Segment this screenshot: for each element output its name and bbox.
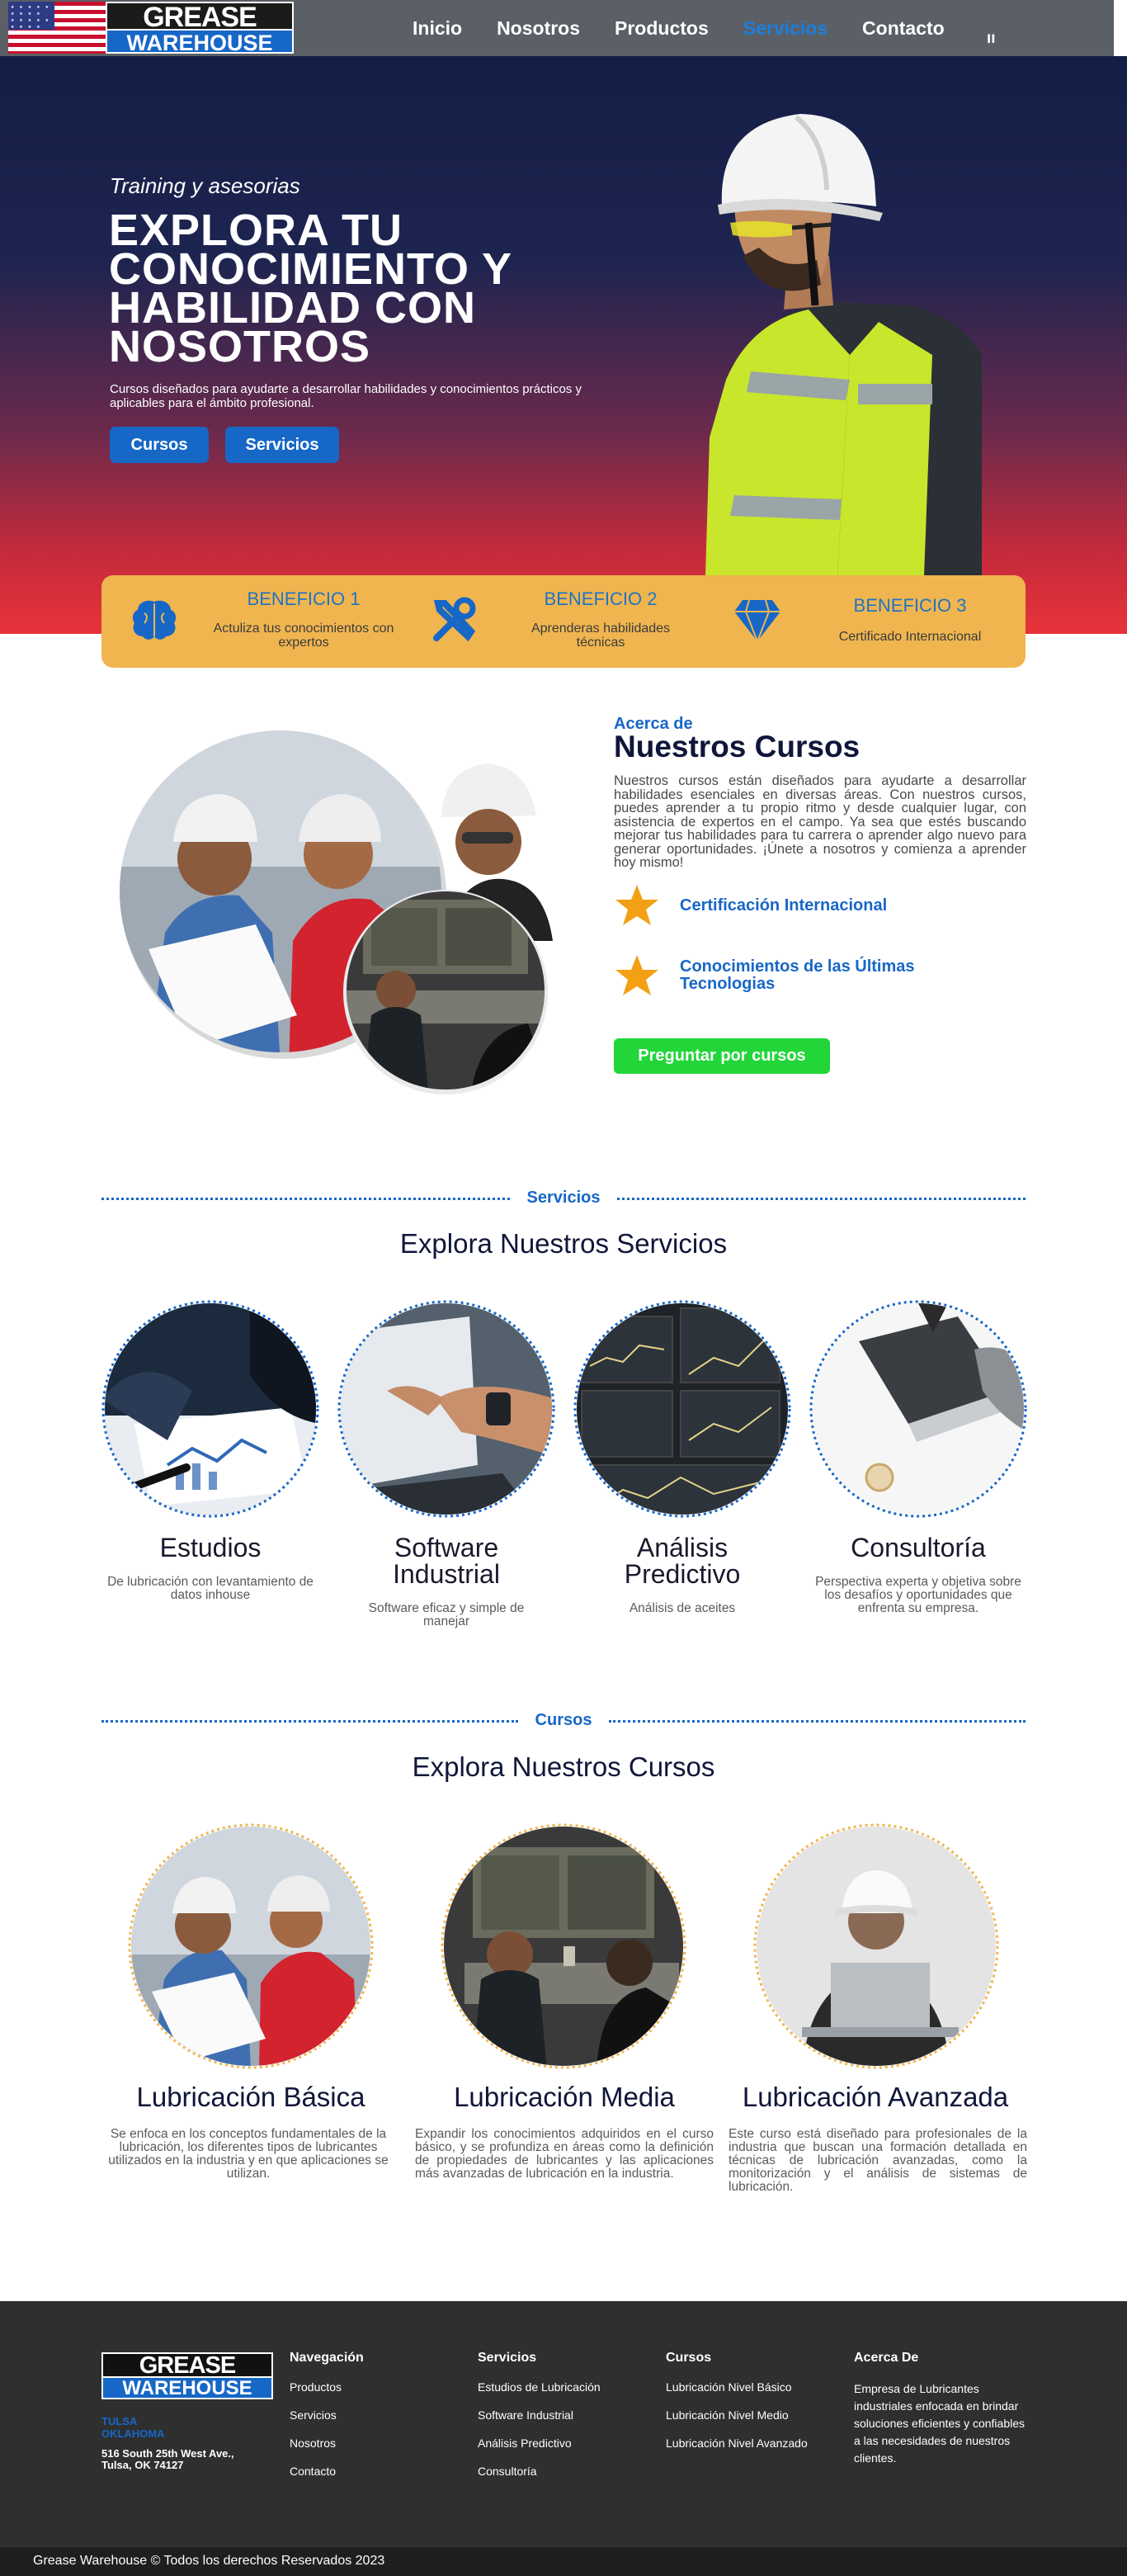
footer-link-nosotros[interactable]: Nosotros	[290, 2437, 336, 2450]
brain-icon	[132, 600, 177, 640]
hero-title: EXPLORA TU CONOCIMIENTO Y HABILIDAD CON …	[109, 206, 512, 371]
course-description: Se enfoca en los conceptos fundamentales…	[108, 2127, 389, 2181]
service-image-software[interactable]	[337, 1300, 555, 1518]
service-name: Estudios	[159, 1533, 262, 1562]
service-name: Consultoría	[851, 1533, 986, 1562]
star-icon	[615, 955, 658, 995]
service-image-analisis[interactable]	[573, 1300, 791, 1518]
hero-worker-image	[705, 114, 982, 576]
footer-link-contacto[interactable]: Contacto	[290, 2465, 336, 2478]
logo-wordmark-top: GREASE	[106, 2, 294, 31]
brand-logo[interactable]: ★ ★ ★ ★ ★ ★ ★ ★ ★ ★ ★ ★ ★ ★ ★ ★ ★ ★ GREASE …	[8, 2, 294, 55]
hero-subtitle: Training y asesorias	[110, 173, 300, 198]
course-image-media[interactable]	[440, 1822, 687, 2070]
footer-courses-title: Cursos	[666, 2351, 712, 2365]
benefit-item: BENEFICIO 2 Aprenderas habilidades técni…	[415, 575, 720, 668]
footer-address: 516 South 25th West Ave., Tulsa, OK 7412…	[101, 2447, 234, 2471]
benefits-bar: BENEFICIO 1 Actuliza tus conocimientos c…	[101, 575, 1026, 668]
benefit-description: Aprenderas habilidades técnicas	[530, 622, 671, 650]
courses-section-header: Cursos	[101, 1711, 1026, 1731]
diamond-icon	[734, 599, 780, 643]
benefit-title: BENEFICIO 3	[853, 595, 967, 616]
course-name: Lubricación Avanzada	[742, 2082, 1009, 2112]
courses-label: Cursos	[535, 1711, 592, 1729]
copyright-text: Grease Warehouse © Todos los derechos Re…	[33, 2554, 385, 2568]
feature-item: Conocimientos de las Últimas Tecnologias	[614, 953, 960, 998]
courses-title: Explora Nuestros Cursos	[412, 1751, 715, 1782]
about-text: Nuestros cursos están diseñados para ayu…	[614, 773, 1026, 870]
nav-link-contacto[interactable]: Contacto	[862, 17, 945, 40]
course-description: Expandir los conocimientos adquiridos en…	[415, 2127, 714, 2181]
nav-links: Inicio Nosotros Productos Servicios Cont…	[413, 0, 979, 56]
tools-icon	[433, 597, 476, 642]
footer-link-nivel-basico[interactable]: Lubricación Nivel Básico	[666, 2380, 792, 2394]
footer-link-nivel-avanzado[interactable]: Lubricación Nivel Avanzado	[666, 2437, 808, 2450]
benefit-item: BENEFICIO 3 Certificado Internacional	[724, 575, 1026, 668]
service-name: Software Industrial	[393, 1533, 500, 1589]
footer-city: TULSA OKLAHOMA	[101, 2415, 165, 2440]
course-image-basica[interactable]	[127, 1822, 375, 2070]
services-label: Servicios	[526, 1189, 601, 1207]
star-icon	[615, 885, 658, 925]
services-section-header: Servicios	[101, 1189, 1026, 1208]
service-description: Análisis de aceites	[629, 1601, 736, 1615]
service-image-consultoria[interactable]	[809, 1300, 1027, 1518]
service-description: Perspectiva experta y objetiva sobre los…	[815, 1575, 1021, 1615]
services-title: Explora Nuestros Servicios	[399, 1228, 728, 1259]
about-title: Nuestros Cursos	[614, 730, 861, 763]
footer-nav-title: Navegación	[290, 2351, 364, 2365]
footer-link-consultoria[interactable]: Consultoría	[478, 2465, 537, 2478]
service-description: De lubricación con levantamiento de dato…	[107, 1575, 314, 1602]
footer-link-productos[interactable]: Productos	[290, 2380, 342, 2394]
top-navbar: ★ ★ ★ ★ ★ ★ ★ ★ ★ ★ ★ ★ ★ ★ ★ ★ ★ ★ GREASE …	[0, 0, 1114, 56]
nav-link-nosotros[interactable]: Nosotros	[497, 17, 580, 40]
footer-services-title: Servicios	[478, 2351, 537, 2365]
menu-toggle-icon[interactable]: II	[987, 33, 995, 46]
footer-about-title: Acerca De	[854, 2351, 919, 2365]
benefit-description: Actuliza tus conocimientos con expertos	[213, 622, 394, 650]
nav-link-inicio[interactable]: Inicio	[413, 17, 462, 40]
benefit-title: BENEFICIO 2	[544, 588, 658, 609]
footer-bottom-bar: Grease Warehouse © Todos los derechos Re…	[0, 2547, 1127, 2576]
footer-logo[interactable]: GREASE WAREHOUSE	[101, 2352, 273, 2399]
course-image-avanzada[interactable]	[752, 1822, 1000, 2070]
nav-link-servicios[interactable]: Servicios	[743, 17, 828, 40]
course-name: Lubricación Media	[454, 2082, 675, 2112]
benefit-title: BENEFICIO 1	[247, 588, 361, 609]
course-description: Este curso está diseñado para profesiona…	[729, 2127, 1027, 2194]
footer-link-software[interactable]: Software Industrial	[478, 2408, 573, 2422]
about-courses-image	[120, 730, 553, 1094]
footer-link-analisis[interactable]: Análisis Predictivo	[478, 2437, 572, 2450]
footer-link-estudios[interactable]: Estudios de Lubricación	[478, 2380, 601, 2394]
feature-item: Certificación Internacional	[614, 883, 887, 928]
ask-about-courses-button[interactable]: Preguntar por cursos	[614, 1038, 830, 1074]
hero-servicios-button[interactable]: Servicios	[225, 427, 339, 463]
logo-wordmark-bottom: WAREHOUSE	[106, 29, 294, 55]
footer-link-nivel-medio[interactable]: Lubricación Nivel Medio	[666, 2408, 789, 2422]
course-name: Lubricación Básica	[136, 2082, 365, 2112]
nav-link-productos[interactable]: Productos	[615, 17, 709, 40]
hero-description: Cursos diseñados para ayudarte a desarro…	[110, 382, 582, 410]
us-flag-icon: ★ ★ ★ ★ ★ ★ ★ ★ ★ ★ ★ ★ ★ ★ ★ ★ ★ ★	[8, 2, 106, 54]
service-image-estudios[interactable]	[101, 1300, 319, 1518]
hero-cursos-button[interactable]: Cursos	[110, 427, 209, 463]
service-description: Software eficaz y simple de manejar	[368, 1601, 525, 1628]
footer-link-servicios[interactable]: Servicios	[290, 2408, 337, 2422]
footer-about-text: Empresa de Lubricantes industriales enfo…	[854, 2382, 1026, 2465]
service-name: Análisis Predictivo	[624, 1533, 741, 1589]
feature-text: Certificación Internacional	[680, 896, 888, 915]
page: ★ ★ ★ ★ ★ ★ ★ ★ ★ ★ ★ ★ ★ ★ ★ ★ ★ ★ GREASE …	[0, 0, 1127, 2576]
benefit-description: Certificado Internacional	[838, 630, 982, 644]
feature-text: Conocimientos de las Últimas Tecnologias	[680, 957, 915, 993]
benefit-item: BENEFICIO 1 Actuliza tus conocimientos c…	[101, 575, 407, 668]
